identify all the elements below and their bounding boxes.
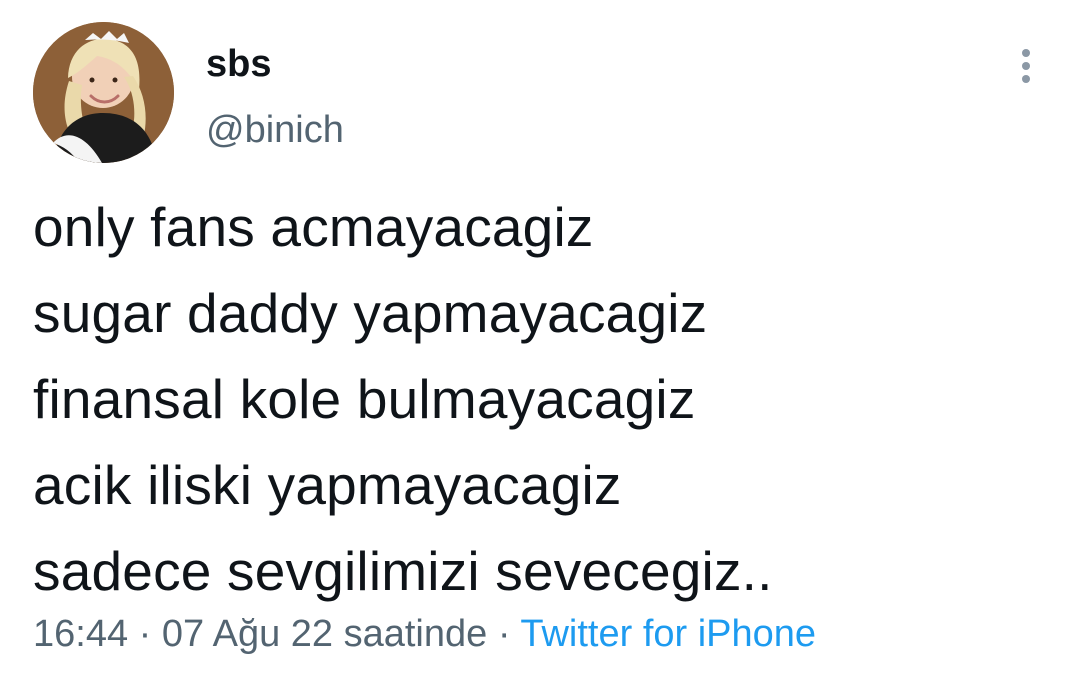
more-options-icon [1022,62,1030,70]
tweet-text-line: finansal kole bulmayacagiz [33,368,696,430]
metadata-separator: · [138,613,152,655]
tweet-source-link[interactable]: Twitter for iPhone [520,613,816,655]
more-options-icon [1022,49,1030,57]
more-options-button[interactable] [1008,42,1044,90]
profile-avatar-icon [33,22,174,163]
tweet-metadata: 16:44 · 07 Ağu 22 saatinde · Twitter for… [33,610,816,658]
tweet-text: only fans acmayacagiz sugar daddy yapmay… [33,184,1053,614]
tweet-card: sbs @binich only fans acmayacagiz sugar … [0,0,1080,684]
tweet-text-line: sugar daddy yapmayacagiz [33,282,708,344]
tweet-text-line: sadece sevgilimizi sevecegiz.. [33,540,773,602]
user-handle[interactable]: @binich [206,108,344,152]
tweet-time[interactable]: 16:44 [33,613,128,655]
metadata-separator: · [497,613,511,655]
more-options-icon [1022,75,1030,83]
tweet-text-line: only fans acmayacagiz [33,196,594,258]
tweet-text-line: acik iliski yapmayacagiz [33,454,622,516]
avatar[interactable] [33,22,174,163]
display-name[interactable]: sbs [206,42,271,86]
tweet-date[interactable]: 07 Ağu 22 saatinde [162,613,487,655]
